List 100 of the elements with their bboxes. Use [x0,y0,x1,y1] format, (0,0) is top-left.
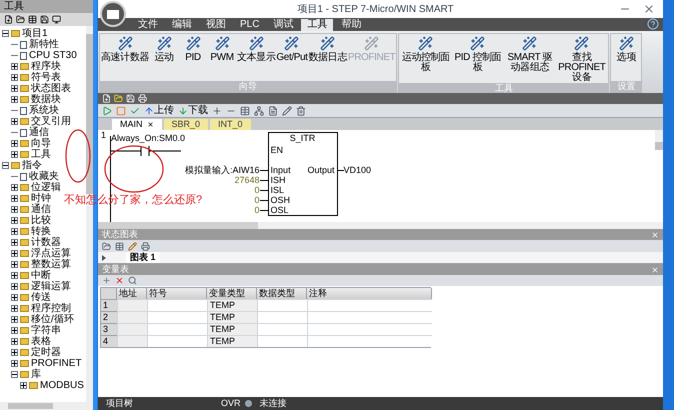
save-icon[interactable] [40,15,49,24]
horizontal-scrollbar[interactable] [98,222,663,229]
plus-icon[interactable] [102,276,111,285]
expand-icon[interactable] [11,294,18,301]
expand-icon[interactable] [11,118,18,125]
column-header[interactable]: 地址 [117,288,147,299]
collapse-icon[interactable] [11,371,18,378]
expand-icon[interactable] [11,250,18,257]
function-box[interactable]: S_ITR EN Input ISH ISL OSH OSL Output [268,132,338,216]
menu-tab[interactable]: 调试 [267,19,300,31]
tree-item[interactable]: 字符串 [31,325,61,336]
expand-icon[interactable] [11,228,18,235]
document-icon[interactable] [268,106,278,116]
tree-item[interactable]: PROFINET [31,358,82,369]
tree-item[interactable]: 位逻辑 [31,182,61,193]
tree-item[interactable]: 定时器 [31,347,61,358]
tree-item[interactable]: 中断 [31,270,51,281]
printer-icon[interactable] [141,242,150,250]
expand-icon[interactable] [11,74,18,81]
vertical-scrollbar[interactable] [655,130,663,150]
expand-icon[interactable] [11,85,18,92]
ribbon-button[interactable]: SMART 驱动器组态 [504,34,556,73]
ribbon-button[interactable]: 文本显示 [237,34,276,63]
tree-item[interactable]: 通信 [31,204,51,215]
close-icon[interactable] [146,121,154,128]
tree-item[interactable]: 通信 [29,127,49,138]
ribbon-button[interactable]: 运动 [150,34,178,63]
ribbon-button[interactable]: 选项 [612,34,640,63]
tree-item[interactable]: 逻辑运算 [31,281,71,292]
trash-icon[interactable] [296,106,306,116]
ribbon-button[interactable]: 高速计数器 [101,34,150,63]
expand-icon[interactable] [11,327,18,334]
new-icon[interactable] [4,15,13,24]
expand-icon[interactable] [11,338,18,345]
printer-icon[interactable] [138,94,147,103]
download-button[interactable]: 下载 [178,104,208,116]
tree-item[interactable]: 移位/循环 [31,314,74,325]
upload-button[interactable]: 上传 [144,104,174,116]
tree-item[interactable]: 比较 [31,215,51,226]
menu-tab[interactable]: 工具 [301,19,334,31]
expand-icon[interactable] [11,140,18,147]
ribbon-button[interactable]: PWM [208,34,236,63]
expand-icon[interactable] [11,305,18,312]
expand-icon[interactable] [11,316,18,323]
menu-tab[interactable]: 文件 [132,19,164,31]
collapse-icon[interactable] [2,162,9,169]
tree-item[interactable]: 库 [31,369,41,380]
editor-tab[interactable]: MAIN [112,119,162,130]
expand-icon[interactable] [11,360,18,367]
expand-icon[interactable] [11,349,18,356]
ribbon-button[interactable]: 数据日志 [308,34,347,63]
tree-item[interactable]: 表格 [31,336,51,347]
tree-item[interactable]: 转换 [31,226,51,237]
check-icon[interactable] [130,106,140,116]
expand-icon[interactable] [11,184,18,191]
ribbon-button[interactable]: Get/Put [276,34,308,63]
ribbon-button[interactable]: 运动控制面板 [400,34,452,73]
tree-item[interactable]: 向导 [31,138,51,149]
tree-item[interactable]: 数据块 [31,94,61,105]
chart-tab[interactable]: 图表 1 [126,252,160,263]
column-header[interactable]: 符号 [147,288,207,299]
expand-icon[interactable] [11,261,18,268]
tree-item[interactable]: 项目1 [22,28,48,39]
tree-item[interactable]: 浮点运算 [31,248,71,259]
tree-item[interactable]: 新特性 [29,39,59,50]
expand-icon[interactable] [11,272,18,279]
tree-item[interactable]: 程序控制 [31,303,71,314]
menu-tab[interactable]: 视图 [200,19,232,31]
network-icon[interactable] [254,106,264,116]
expand-icon[interactable] [11,63,18,70]
expand-icon[interactable] [11,195,18,202]
tree-item[interactable]: 计数器 [31,237,61,248]
editor-tab[interactable]: SBR_0 [164,119,208,130]
tree-item[interactable]: 交叉引用 [31,116,71,127]
tree-item[interactable]: 系统块 [29,105,59,116]
tree-item[interactable]: 时钟 [31,193,51,204]
tree-item[interactable]: CPU ST30 [29,50,77,61]
editor-tab[interactable]: INT_0 [210,119,251,130]
expand-icon[interactable] [20,382,27,389]
column-header[interactable]: 数据类型 [257,288,307,299]
expand-icon[interactable] [11,283,18,290]
contact-symbol-icon[interactable] [111,146,181,156]
ribbon-button[interactable]: 查找 PROFINET 设备 [556,34,608,83]
tree-item[interactable]: 传送 [31,292,51,303]
help-icon[interactable] [647,18,659,30]
app-logo-icon[interactable] [100,1,126,27]
menu-tab[interactable]: 帮助 [335,19,368,31]
tree-item[interactable]: MODBUS [40,380,84,391]
expand-icon[interactable] [11,206,18,213]
pencil-icon[interactable] [282,106,292,116]
menu-tab[interactable]: PLC [234,19,266,31]
horizontal-scrollbar[interactable] [0,402,93,410]
tree-item[interactable]: 状态图表 [31,83,71,94]
table-icon[interactable] [28,15,37,24]
expand-icon[interactable] [11,151,18,158]
collapse-icon[interactable] [2,30,9,37]
plus-icon[interactable] [212,106,222,116]
ribbon-button[interactable]: PID 控制面板 [452,34,504,73]
expand-icon[interactable] [11,217,18,224]
tree-item[interactable]: 工具 [31,149,51,160]
